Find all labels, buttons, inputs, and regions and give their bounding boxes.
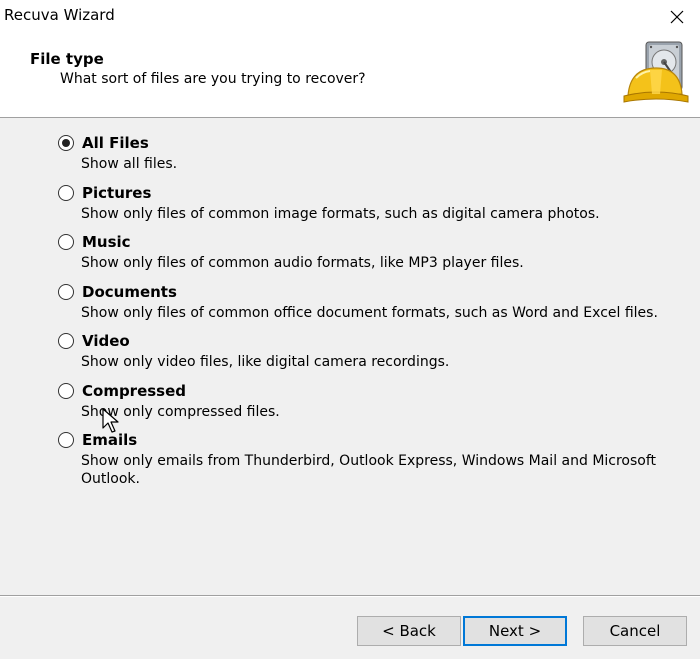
radio-compressed[interactable] [58, 383, 74, 399]
radio-pictures[interactable] [58, 185, 74, 201]
option-label: Pictures [82, 184, 152, 202]
radio-all-files[interactable] [58, 135, 74, 151]
radio-documents[interactable] [58, 284, 74, 300]
page-subtitle: What sort of files are you trying to rec… [60, 71, 366, 87]
title-bar: Recuva Wizard [0, 0, 700, 34]
close-icon [670, 10, 684, 24]
option-description: Show only compressed files. [81, 404, 280, 420]
option-label: Video [82, 332, 130, 350]
recuva-wizard-window: Recuva Wizard File type What sort of fil… [0, 0, 700, 659]
file-type-options: All Files Show all files. Pictures Show … [0, 118, 700, 593]
mouse-cursor-icon [102, 408, 119, 433]
option-label: Music [82, 233, 131, 251]
back-button[interactable]: < Back [357, 616, 461, 646]
page-title: File type [30, 50, 104, 68]
option-description: Show only files of common audio formats,… [81, 255, 524, 271]
radio-emails[interactable] [58, 432, 74, 448]
close-button[interactable] [654, 0, 700, 34]
window-title: Recuva Wizard [4, 6, 115, 24]
radio-video[interactable] [58, 333, 74, 349]
option-description: Show all files. [81, 156, 178, 172]
option-label: Documents [82, 283, 177, 301]
footer-separator [0, 595, 700, 597]
option-description: Show only emails from Thunderbird, Outlo… [81, 453, 657, 487]
option-description: Show only files of common image formats,… [81, 206, 600, 222]
option-label: All Files [82, 134, 149, 152]
cancel-button[interactable]: Cancel [583, 616, 687, 646]
option-description: Show only video files, like digital came… [81, 354, 450, 370]
option-description: Show only files of common office documen… [81, 305, 658, 321]
radio-music[interactable] [58, 234, 74, 250]
option-label: Compressed [82, 382, 187, 400]
next-button[interactable]: Next > [463, 616, 567, 646]
recuva-hardhat-drive-icon [623, 41, 689, 103]
wizard-header: File type What sort of files are you try… [0, 34, 700, 118]
